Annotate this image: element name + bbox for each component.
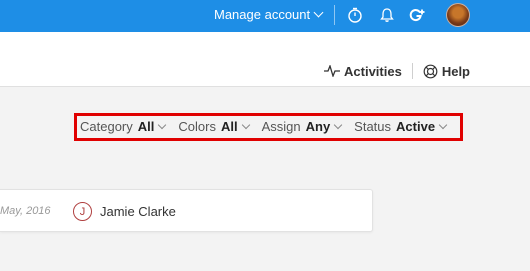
category-label: Category: [80, 119, 133, 134]
google-plus-icon[interactable]: [409, 6, 427, 24]
manage-account-menu[interactable]: Manage account: [214, 7, 324, 22]
activities-label: Activities: [344, 63, 402, 79]
assign-label: Assign: [261, 119, 301, 134]
lifebuoy-icon: [423, 64, 438, 78]
toolbar-divider: [411, 63, 413, 79]
category-filter[interactable]: Category All: [80, 119, 167, 134]
assign-value: Any: [305, 119, 331, 134]
timer-icon[interactable]: [346, 6, 364, 24]
list-item[interactable]: May, 2016 J Jamie Clarke: [0, 189, 373, 232]
bell-icon[interactable]: [378, 6, 396, 24]
assignee-name: Jamie Clarke: [100, 204, 176, 219]
topbar-divider: [334, 5, 335, 25]
colors-label: Colors: [178, 119, 216, 134]
filter-bar: Category All Colors All Assign Any Statu…: [80, 119, 448, 134]
assignee-initial-avatar: J: [73, 202, 92, 221]
activity-pulse-icon: [324, 65, 341, 77]
help-button[interactable]: Help: [423, 64, 470, 79]
avatar[interactable]: [446, 3, 470, 27]
chevron-down-icon: [241, 120, 250, 130]
help-label: Help: [441, 63, 470, 79]
status-filter[interactable]: Status Active: [354, 119, 448, 134]
manage-account-label: Manage account: [214, 7, 311, 22]
chevron-down-icon: [313, 7, 324, 18]
category-value: All: [137, 119, 155, 134]
colors-filter[interactable]: Colors All: [178, 119, 250, 134]
chevron-down-icon: [333, 120, 343, 130]
chevron-down-icon: [438, 120, 448, 130]
activities-button[interactable]: Activities: [324, 64, 402, 79]
assign-filter[interactable]: Assign Any: [261, 119, 343, 134]
top-bar: Manage account: [0, 0, 530, 32]
colors-value: All: [220, 119, 238, 134]
status-value: Active: [396, 119, 436, 134]
chevron-down-icon: [158, 120, 167, 130]
secondary-toolbar: Activities Help: [0, 32, 530, 87]
status-label: Status: [354, 119, 392, 134]
item-date: May, 2016: [0, 205, 51, 217]
